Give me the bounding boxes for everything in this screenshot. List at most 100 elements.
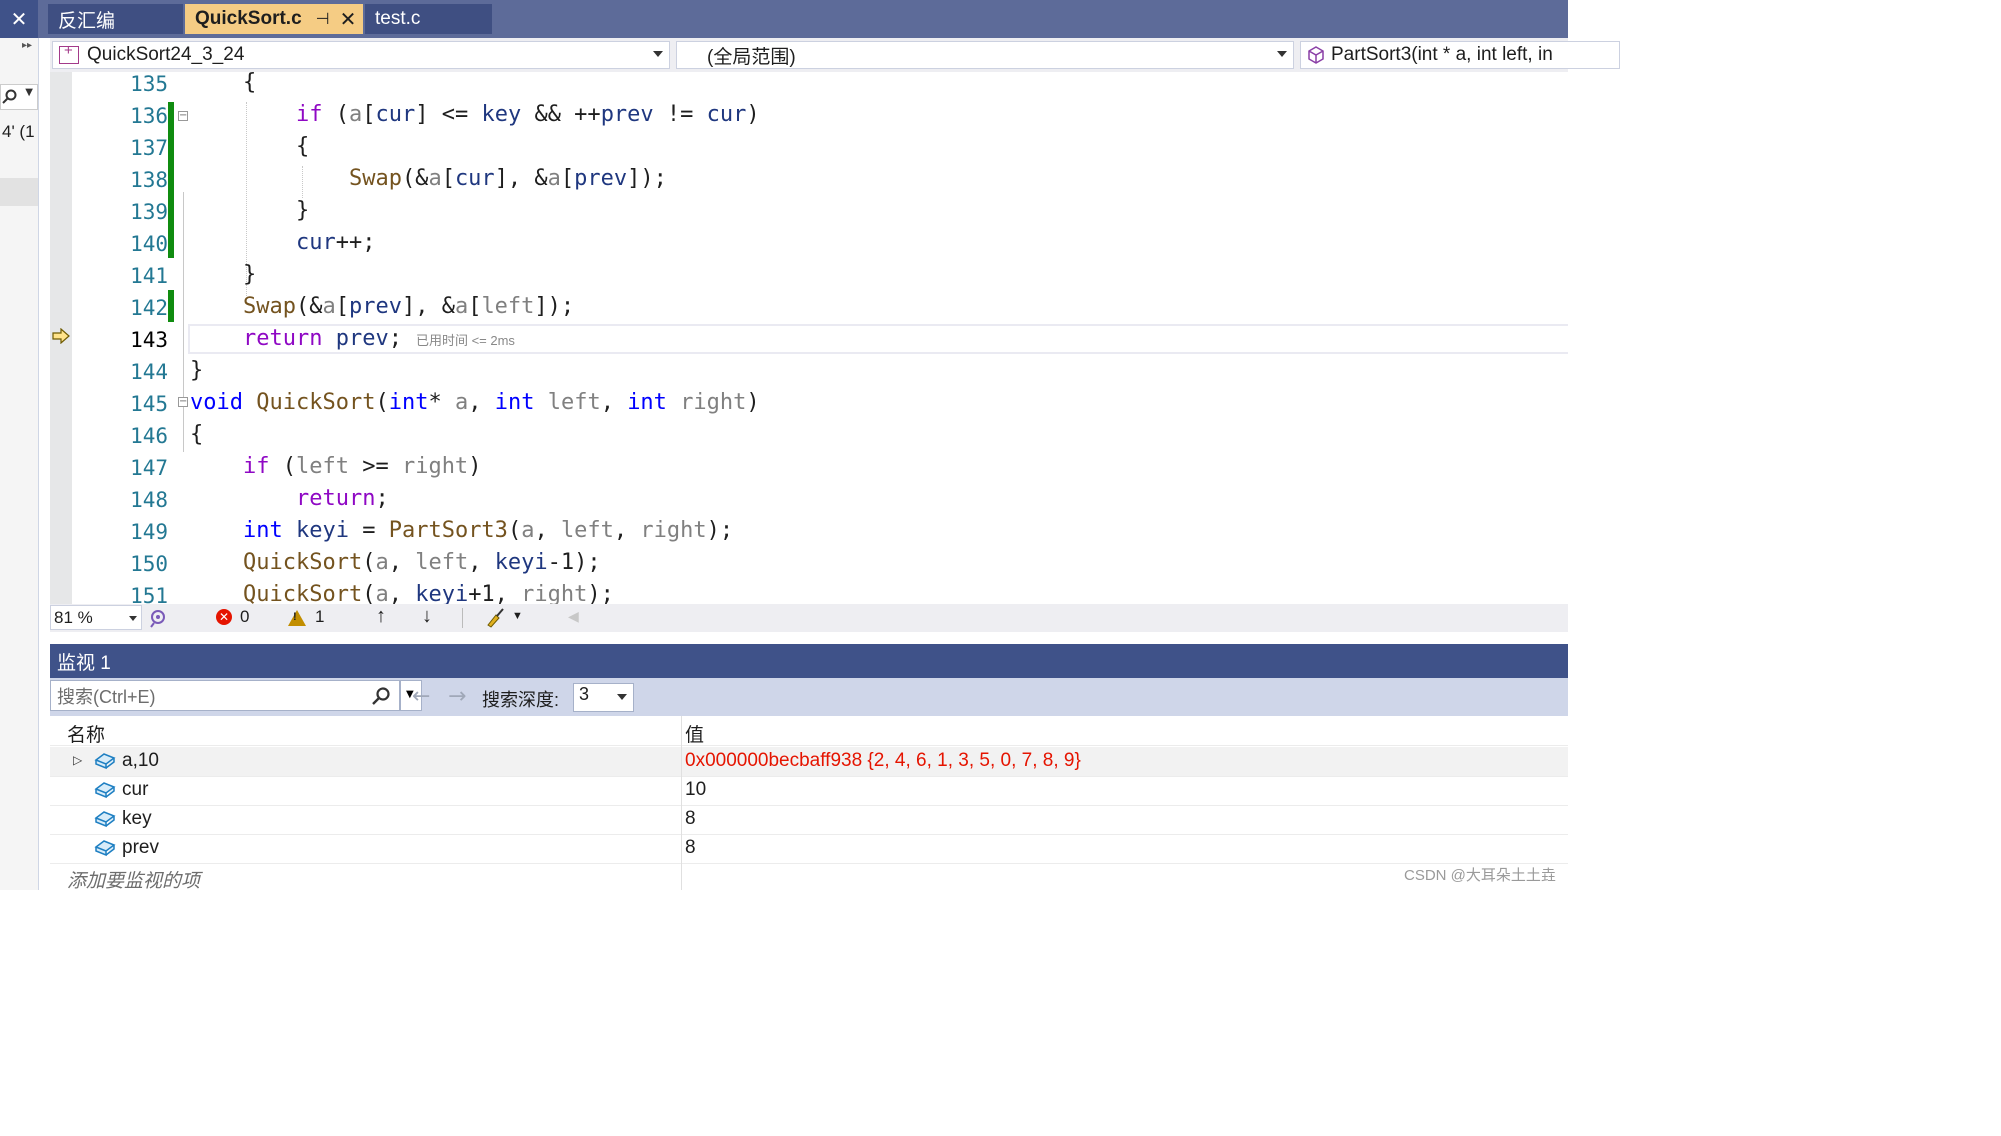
line-number: 150 bbox=[130, 552, 168, 576]
chevron-down-icon[interactable]: ▼ bbox=[512, 610, 523, 622]
project-name: QuickSort24_3_24 bbox=[87, 44, 245, 65]
search-icon[interactable] bbox=[371, 686, 391, 706]
left-panel-text: 4' (1 bbox=[2, 122, 35, 141]
chevron-down-icon[interactable] bbox=[129, 616, 137, 621]
code-line-141: } bbox=[190, 262, 257, 287]
watch-value[interactable]: 8 bbox=[685, 837, 696, 859]
left-search-box[interactable]: ▼ bbox=[0, 84, 38, 110]
warning-icon-mark: ! bbox=[293, 611, 297, 623]
code-line-151: QuickSort(a, keyi+1, right); bbox=[242, 582, 614, 604]
watch-row[interactable]: prev 8 bbox=[50, 834, 1568, 864]
project-dropdown[interactable]: QuickSort24_3_24 bbox=[52, 41, 670, 69]
line-number: 140 bbox=[130, 232, 168, 256]
chevron-down-icon[interactable] bbox=[653, 51, 663, 57]
navigation-bar: QuickSort24_3_24 (全局范围) PartSort3(int * … bbox=[50, 38, 1620, 72]
code-line-149: int keyi = PartSort3(a, left, right); bbox=[242, 518, 734, 543]
close-icon[interactable]: ✕ bbox=[0, 0, 38, 38]
watch-name[interactable]: cur bbox=[122, 779, 148, 801]
intellicode-icon[interactable] bbox=[148, 608, 168, 628]
warning-icon[interactable] bbox=[288, 610, 306, 626]
variable-icon bbox=[94, 840, 116, 857]
code-line-146: { bbox=[190, 422, 204, 447]
watch-value[interactable]: 10 bbox=[685, 779, 706, 801]
chevron-down-icon[interactable]: ▼ bbox=[25, 87, 33, 98]
scope-dropdown[interactable]: (全局范围) bbox=[676, 41, 1294, 69]
watch-name[interactable]: key bbox=[122, 808, 152, 830]
add-watch-row[interactable]: 添加要监视的项 bbox=[50, 863, 1568, 892]
code-line-137: { bbox=[190, 134, 310, 159]
function-cube-icon bbox=[1308, 46, 1324, 64]
watch-header-row: 名称 值 bbox=[50, 716, 1568, 746]
watch-search-input[interactable]: 搜索(Ctrl+E) bbox=[50, 680, 400, 711]
watch-row[interactable]: cur 10 bbox=[50, 776, 1568, 806]
variable-icon bbox=[94, 811, 116, 828]
left-panel-selected-row[interactable] bbox=[0, 178, 38, 206]
back-arrow-icon[interactable]: ← bbox=[412, 684, 430, 709]
tab-quicksort-c[interactable]: QuickSort.c ⊣ ✕ bbox=[185, 4, 363, 34]
variable-icon bbox=[94, 782, 116, 799]
watch-name[interactable]: a,10 bbox=[122, 750, 159, 772]
line-number: 151 bbox=[130, 584, 168, 604]
watch-value[interactable]: 8 bbox=[685, 808, 696, 830]
current-line-number: 143 bbox=[130, 328, 168, 352]
code-line-144: } bbox=[190, 358, 204, 383]
tab-disassembly[interactable]: 反汇编 bbox=[48, 4, 183, 34]
error-count[interactable]: 0 bbox=[240, 607, 249, 627]
watch-toolbar: 搜索(Ctrl+E) ▼ ← → 搜索深度: 3 bbox=[50, 678, 1568, 716]
watch-grid: 名称 值 ▷ a,10 0x000000becbaff938 {2, 4, 6,… bbox=[50, 716, 1568, 892]
watch-row[interactable]: ▷ a,10 0x000000becbaff938 {2, 4, 6, 1, 3… bbox=[50, 747, 1568, 777]
code-editor[interactable]: 135 136 137 138 139 140 141 142 143 144 … bbox=[50, 72, 1568, 604]
change-bar bbox=[168, 102, 174, 258]
search-icon bbox=[2, 89, 17, 104]
expand-icon[interactable]: ▷ bbox=[73, 753, 82, 767]
overflow-icon[interactable]: ▸▸ bbox=[22, 40, 32, 51]
current-statement-arrow-icon bbox=[52, 328, 70, 344]
line-number: 142 bbox=[130, 296, 168, 320]
member-dropdown[interactable]: PartSort3(int * a, int left, in bbox=[1300, 41, 1620, 69]
change-bar bbox=[168, 290, 174, 322]
zoom-dropdown[interactable]: 81 % bbox=[50, 605, 142, 630]
editor-status-bar: 81 % ✕ 0 ! 1 ↑ ↓ ▼ ◀ bbox=[50, 604, 1568, 632]
column-divider[interactable] bbox=[681, 716, 682, 890]
name-column-header[interactable]: 名称 bbox=[67, 720, 105, 747]
line-number: 144 bbox=[130, 360, 168, 384]
forward-arrow-icon[interactable]: → bbox=[448, 684, 466, 709]
separator bbox=[462, 608, 463, 628]
close-tab-icon[interactable]: ✕ bbox=[340, 7, 357, 32]
line-number: 149 bbox=[130, 520, 168, 544]
member-name: PartSort3(int * a, int left, in bbox=[1331, 44, 1553, 65]
pin-icon[interactable]: ⊣ bbox=[316, 9, 330, 29]
code-line-136: if (a[cur] <= key && ++prev != cur) bbox=[295, 102, 760, 127]
watch-panel-title[interactable]: 监视 1 bbox=[50, 644, 1568, 678]
code-line-138: Swap(&a[cur], &a[prev]); bbox=[348, 166, 667, 191]
tab-label: QuickSort.c bbox=[195, 8, 302, 29]
arrow-down-icon[interactable]: ↓ bbox=[422, 605, 432, 628]
line-number: 146 bbox=[130, 424, 168, 448]
collapse-icon[interactable]: − bbox=[178, 111, 188, 121]
code-cleanup-brush-icon[interactable] bbox=[484, 607, 506, 629]
chevron-down-icon[interactable] bbox=[1277, 51, 1287, 57]
search-depth-label: 搜索深度: bbox=[482, 690, 560, 710]
watch-value[interactable]: 0x000000becbaff938 {2, 4, 6, 1, 3, 5, 0,… bbox=[685, 750, 1081, 772]
arrow-up-icon[interactable]: ↑ bbox=[376, 605, 386, 628]
watch-row[interactable]: key 8 bbox=[50, 805, 1568, 835]
line-number: 145 bbox=[130, 392, 168, 416]
document-tab-bar: 反汇编 QuickSort.c ⊣ ✕ test.c bbox=[38, 0, 1568, 38]
code-line-145: void QuickSort(int* a, int left, int rig… bbox=[190, 390, 760, 415]
code-line-142: Swap(&a[prev], &a[left]); bbox=[242, 294, 575, 319]
search-depth-value: 3 bbox=[579, 684, 590, 704]
collapse-icon[interactable]: − bbox=[178, 397, 188, 407]
scroll-left-icon[interactable]: ◀ bbox=[568, 608, 579, 625]
watch-name[interactable]: prev bbox=[122, 837, 159, 859]
search-depth-dropdown[interactable]: 3 bbox=[573, 683, 634, 712]
warning-count[interactable]: 1 bbox=[315, 607, 324, 627]
add-watch-placeholder[interactable]: 添加要监视的项 bbox=[67, 866, 200, 893]
perf-tip[interactable]: 已用时间 <= 2ms bbox=[416, 333, 515, 348]
value-column-header[interactable]: 值 bbox=[685, 720, 704, 747]
tab-label: test.c bbox=[375, 8, 421, 29]
error-icon[interactable]: ✕ bbox=[216, 609, 232, 625]
search-placeholder: 搜索(Ctrl+E) bbox=[57, 686, 156, 707]
tab-test-c[interactable]: test.c bbox=[365, 4, 492, 34]
line-number: 135 bbox=[130, 72, 168, 96]
chevron-down-icon[interactable] bbox=[617, 694, 627, 700]
